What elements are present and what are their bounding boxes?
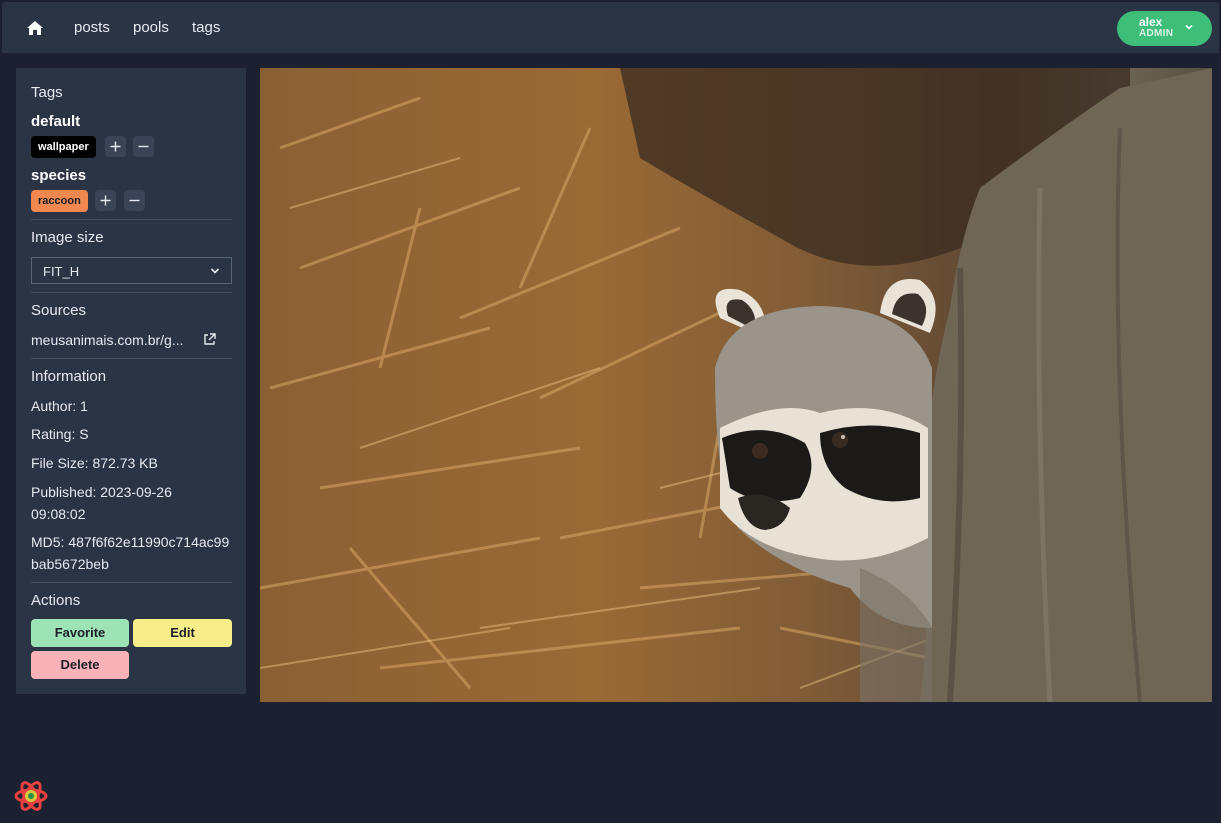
add-tag-button[interactable] — [105, 136, 126, 157]
info-file-size: File Size: 872.73 KB — [31, 455, 158, 471]
plus-icon — [100, 195, 111, 206]
sources-title: Sources — [31, 302, 87, 319]
minus-icon — [129, 199, 140, 202]
tag-group-species: species — [31, 167, 87, 184]
tag-chip-raccoon[interactable]: raccoon — [31, 190, 88, 212]
info-md5: MD5: 487f6f62e11990c714ac99bab5672beb — [31, 534, 230, 572]
home-icon[interactable] — [26, 20, 44, 36]
actions-title: Actions — [31, 592, 81, 609]
remove-tag-button[interactable] — [133, 136, 154, 157]
info-author: Author: 1 — [31, 398, 88, 414]
divider — [31, 292, 232, 293]
chevron-down-icon — [1185, 24, 1193, 30]
divider — [31, 582, 232, 583]
delete-button[interactable]: Delete — [31, 651, 129, 679]
divider — [31, 219, 232, 220]
raccoon-photo — [260, 68, 1212, 702]
information-title: Information — [31, 368, 107, 385]
top-navbar: posts pools tags alex ADMIN — [2, 2, 1219, 53]
image-size-value: FIT_H — [43, 264, 80, 279]
info-rating: Rating: S — [31, 426, 89, 442]
add-tag-button[interactable] — [95, 190, 116, 211]
post-sidebar: Tags default wallpaper species raccoon I… — [16, 68, 246, 694]
minus-icon — [138, 145, 149, 148]
nav-link-pools[interactable]: pools — [133, 19, 169, 36]
favorite-button[interactable]: Favorite — [31, 619, 129, 647]
nav-link-posts[interactable]: posts — [74, 19, 110, 36]
chevron-down-icon — [210, 268, 220, 274]
edit-button[interactable]: Edit — [133, 619, 232, 647]
nav-link-tags[interactable]: tags — [192, 19, 220, 36]
app-logo-icon[interactable] — [14, 780, 48, 812]
user-name: alex — [1139, 15, 1163, 29]
info-published: Published: 2023-09-26 09:08:02 — [31, 484, 172, 522]
remove-tag-button[interactable] — [124, 190, 145, 211]
divider — [31, 358, 232, 359]
tag-chip-wallpaper[interactable]: wallpaper — [31, 136, 96, 158]
plus-icon — [110, 141, 121, 152]
post-image[interactable] — [260, 68, 1212, 702]
user-role: ADMIN — [1139, 28, 1174, 39]
tag-group-default: default — [31, 113, 81, 130]
tags-section-title: Tags — [31, 84, 63, 101]
source-link[interactable]: meusanimais.com.br/g... — [31, 332, 184, 348]
image-size-title: Image size — [31, 229, 104, 246]
user-menu-button[interactable]: alex ADMIN — [1117, 11, 1212, 46]
image-size-select[interactable]: FIT_H — [31, 257, 232, 284]
external-link-icon[interactable] — [203, 333, 216, 346]
